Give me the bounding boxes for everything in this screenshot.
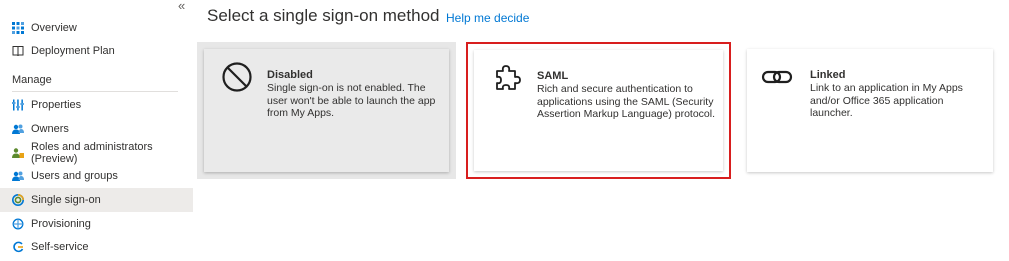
sso-icon: [12, 194, 24, 206]
sidebar-item-label: Self-service: [31, 241, 89, 253]
sidebar-item-label: Overview: [31, 22, 77, 34]
card-linked-body: Linked Link to an application in My Apps…: [747, 49, 993, 172]
roles-icon: [12, 147, 24, 159]
properties-icon: [12, 99, 24, 111]
section-label-manage: Manage: [12, 74, 52, 86]
card-saml-body: SAML Rich and secure authentication to a…: [474, 50, 723, 171]
sidebar-item-label: Owners: [31, 123, 69, 135]
help-me-decide-link[interactable]: Help me decide: [446, 11, 529, 25]
sidebar-item-properties[interactable]: Properties: [0, 93, 193, 117]
book-icon: [12, 45, 24, 57]
sidebar-item-provisioning[interactable]: Provisioning: [0, 212, 193, 236]
sidebar-item-owners[interactable]: Owners: [0, 117, 193, 141]
card-title: Disabled: [267, 69, 313, 81]
sidebar-item-overview[interactable]: Overview: [0, 16, 193, 40]
provisioning-icon: [12, 218, 24, 230]
card-saml[interactable]: SAML Rich and secure authentication to a…: [466, 42, 731, 179]
page-title: Select a single sign-on method: [207, 6, 440, 25]
sidebar-item-deployment-plan[interactable]: Deployment Plan: [0, 39, 193, 63]
card-title: SAML: [537, 70, 569, 82]
card-title: Linked: [810, 69, 846, 81]
card-description: Link to an application in My Apps and/or…: [810, 82, 963, 119]
sidebar-item-label: Deployment Plan: [31, 45, 115, 57]
card-disabled[interactable]: Disabled Single sign-on is not enabled. …: [197, 42, 456, 179]
sidebar-item-label: Users and groups: [31, 170, 118, 182]
overview-icon: [12, 22, 24, 34]
sidebar-item-single-sign-on[interactable]: Single sign-on: [0, 188, 193, 212]
sidebar-item-users-and-groups[interactable]: Users and groups: [0, 164, 193, 188]
card-linked[interactable]: Linked Link to an application in My Apps…: [740, 42, 1000, 179]
collapse-sidebar-icon[interactable]: «: [178, 0, 185, 12]
section-divider: [12, 91, 178, 92]
card-description: Rich and secure authentication to applic…: [537, 83, 716, 120]
sidebar-item-label: Roles and administrators (Preview): [31, 141, 153, 165]
sidebar-item-roles-and-administrators[interactable]: Roles and administrators (Preview): [0, 141, 193, 165]
sidebar-item-label: Properties: [31, 99, 82, 111]
puzzle-icon: [496, 65, 521, 90]
sidebar-item-label: Provisioning: [31, 218, 91, 230]
prohibited-icon: [222, 62, 252, 92]
link-icon: [761, 70, 793, 84]
sidebar: « Overview Deployment Plan Manage Proper…: [0, 0, 193, 261]
sidebar-item-label: Single sign-on: [31, 194, 101, 206]
users-icon: [12, 170, 24, 182]
owners-icon: [12, 123, 24, 135]
sidebar-item-self-service[interactable]: Self-service: [0, 235, 193, 259]
card-disabled-body: Disabled Single sign-on is not enabled. …: [204, 49, 449, 172]
self-service-icon: [12, 241, 24, 253]
card-description: Single sign-on is not enabled. The user …: [267, 82, 436, 119]
